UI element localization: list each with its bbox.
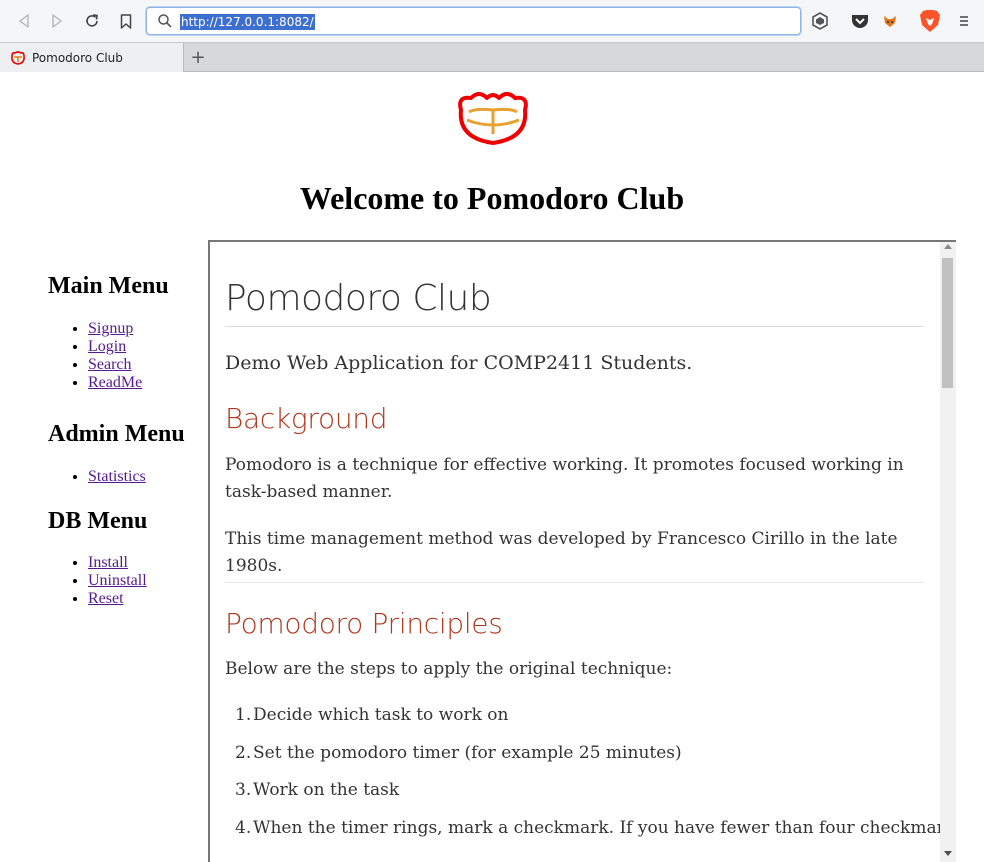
back-icon xyxy=(19,14,29,28)
pocket-button[interactable] xyxy=(848,9,872,33)
brave-button[interactable] xyxy=(918,9,942,33)
pomodoro-favicon-icon xyxy=(11,50,25,65)
step-text: Work on the task xyxy=(253,780,400,800)
fox-icon xyxy=(884,16,896,27)
hamburger-menu-icon xyxy=(960,16,968,26)
tab-bar: Pomodoro Club + xyxy=(0,42,984,72)
scroll-up-arrow-icon[interactable] xyxy=(944,244,952,249)
db-menu-heading: DB Menu xyxy=(48,508,148,534)
step-number: 4. xyxy=(235,817,252,838)
list-item: Reset xyxy=(88,590,208,608)
back-button[interactable] xyxy=(12,9,36,33)
step-number: 1. xyxy=(235,705,252,725)
list-item: 4. When the timer rings, mark a checkmark… xyxy=(235,815,956,853)
search-icon xyxy=(157,13,173,33)
list-item: 1. Decide which task to work on xyxy=(235,702,933,740)
url-text[interactable]: http://127.0.0.1:8082/ xyxy=(180,14,315,30)
list-item: Signup xyxy=(88,320,208,338)
section-divider xyxy=(225,582,924,583)
signup-link[interactable]: Signup xyxy=(88,320,133,337)
shield-icon xyxy=(812,12,828,30)
main-menu-heading: Main Menu xyxy=(48,273,169,299)
readme-iframe[interactable]: Pomodoro Club Demo Web Application for C… xyxy=(208,240,956,862)
list-item: ReadMe xyxy=(88,374,208,392)
title-divider xyxy=(225,326,924,327)
list-item: Install xyxy=(88,554,208,572)
reload-button[interactable] xyxy=(80,9,104,33)
tab-pomodoro-club[interactable]: Pomodoro Club xyxy=(0,43,184,72)
scroll-down-arrow-icon[interactable] xyxy=(944,851,952,856)
admin-menu-heading: Admin Menu xyxy=(48,421,185,447)
address-bar[interactable]: http://127.0.0.1:8082/ xyxy=(146,7,801,35)
pomodoro-logo xyxy=(458,92,528,145)
list-item: Statistics xyxy=(88,468,208,486)
readme-link[interactable]: ReadMe xyxy=(88,374,142,391)
step-text: When the timer rings, mark a checkmark. … xyxy=(253,817,956,838)
page: Welcome to Pomodoro Club Main Menu Signu… xyxy=(0,72,984,862)
db-menu-list: Install Uninstall Reset xyxy=(88,554,208,608)
reload-icon xyxy=(86,14,98,27)
list-item: Login xyxy=(88,338,208,356)
page-title: Welcome to Pomodoro Club xyxy=(299,180,685,216)
search-link[interactable]: Search xyxy=(88,356,132,373)
pocket-icon xyxy=(852,15,868,28)
login-link[interactable]: Login xyxy=(88,338,126,355)
background-paragraph-2: This time management method was develope… xyxy=(225,529,898,576)
step-number: 2. xyxy=(235,742,252,763)
browser-toolbar: http://127.0.0.1:8082/ xyxy=(0,0,984,42)
readme-title: Pomodoro Club xyxy=(225,278,492,319)
tab-title: Pomodoro Club xyxy=(32,50,123,65)
sidebar: Main Menu Signup Login Search ReadMe Adm… xyxy=(48,272,208,608)
statistics-link[interactable]: Statistics xyxy=(88,468,146,485)
admin-menu-list: Statistics xyxy=(88,468,208,486)
install-link[interactable]: Install xyxy=(88,554,128,571)
list-item: Search xyxy=(88,356,208,374)
forward-icon xyxy=(52,14,62,28)
bookmark-icon xyxy=(120,13,132,29)
forward-button[interactable] xyxy=(45,9,69,33)
list-item: 2. Set the pomodoro timer (for example 25… xyxy=(235,740,933,778)
uninstall-link[interactable]: Uninstall xyxy=(88,572,147,589)
readme-subtitle: Demo Web Application for COMP2411 Studen… xyxy=(225,352,693,374)
menu-button[interactable] xyxy=(952,9,976,33)
background-heading: Background xyxy=(225,402,388,435)
background-paragraph-1: Pomodoro is a technique for effective wo… xyxy=(225,455,904,502)
brave-lion-icon xyxy=(920,10,940,32)
shield-extension-button[interactable] xyxy=(808,9,832,33)
principles-steps-list: 1. Decide which task to work on 2. Set the… xyxy=(235,702,956,853)
step-text: Decide which task to work on xyxy=(253,705,509,725)
bookmark-button[interactable] xyxy=(114,9,138,33)
step-number: 3. xyxy=(235,780,252,800)
new-tab-button[interactable]: + xyxy=(188,47,208,68)
step-text: Set the pomodoro timer (for example 25 m… xyxy=(253,742,682,763)
reset-link[interactable]: Reset xyxy=(88,590,124,607)
main-menu-list: Signup Login Search ReadMe xyxy=(88,320,208,392)
principles-heading: Pomodoro Principles xyxy=(225,607,503,640)
scroll-thumb[interactable] xyxy=(942,258,953,388)
principles-intro: Below are the steps to apply the origina… xyxy=(225,659,673,679)
iframe-scrollbar[interactable] xyxy=(940,242,956,862)
fox-extension-button[interactable] xyxy=(878,9,902,33)
list-item: 3. Work on the task xyxy=(235,777,933,815)
list-item: Uninstall xyxy=(88,572,208,590)
